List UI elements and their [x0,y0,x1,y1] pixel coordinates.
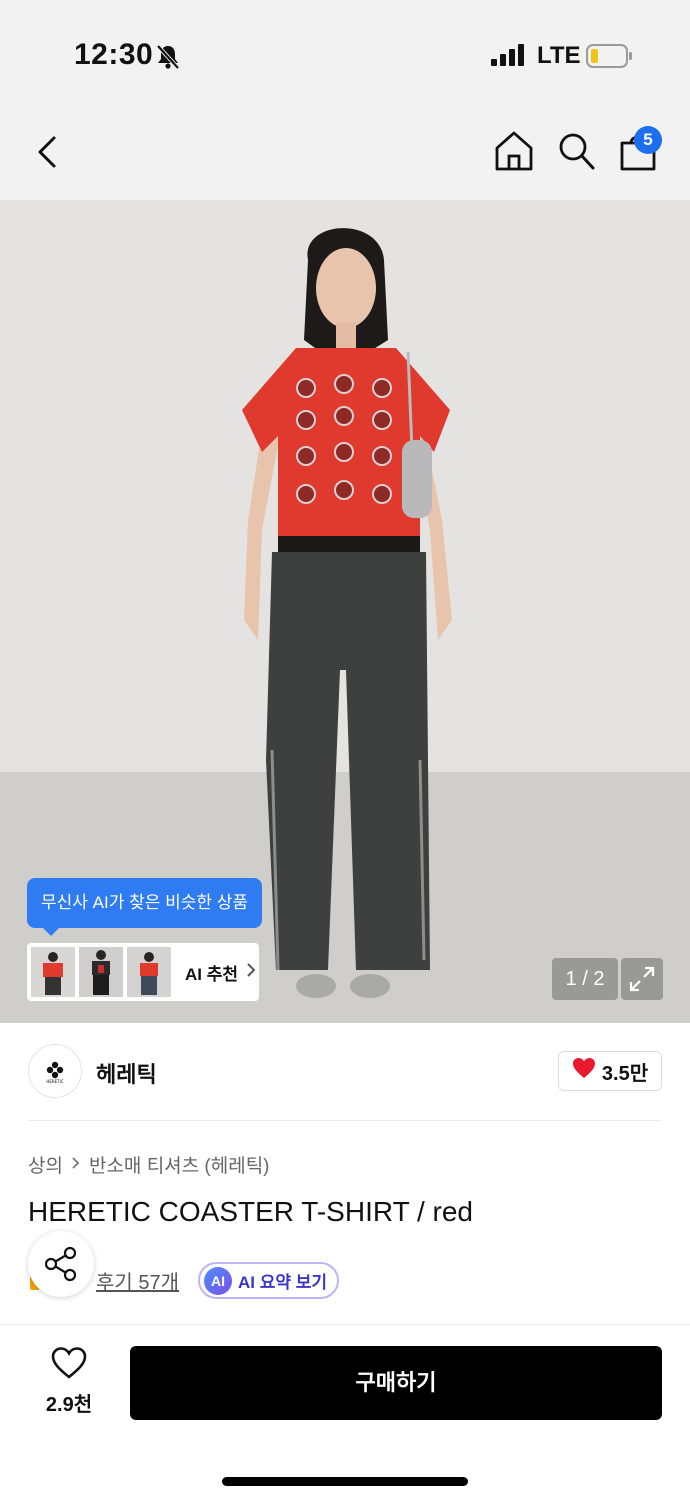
divider [28,1120,662,1121]
status-time: 12:30 [74,38,154,71]
chevron-right-icon [246,962,256,983]
wishlist-button[interactable]: 2.9천 [36,1347,102,1417]
breadcrumb-subcategory[interactable]: 반소매 티셔츠 (헤레틱) [89,1151,270,1178]
ai-reco-thumbnail [31,947,75,997]
heart-filled-icon [572,1057,596,1085]
ai-recommend-button[interactable]: AI 추천 [27,943,259,1001]
expand-icon[interactable] [621,958,663,1000]
battery-icon [586,44,632,73]
ai-reco-label: AI 추천 [185,964,239,984]
review-count-link[interactable]: 후기 57개 [96,1266,179,1295]
ai-badge-icon: AI [204,1266,232,1295]
back-icon[interactable] [30,132,66,172]
wishlist-count: 2.9천 [45,1394,93,1416]
nav-bar [0,100,690,200]
signal-icon [491,44,525,71]
buy-button[interactable]: 구매하기 [130,1346,662,1420]
cart-count-badge: 5 [634,126,662,154]
bell-slash-icon [156,44,180,75]
heart-outline-icon [51,1347,87,1383]
chevron-right-icon [71,1154,81,1176]
ai-summary-label: AI 요약 보기 [238,1273,328,1292]
brand-name[interactable]: 헤레틱 [96,1057,157,1089]
ai-reco-thumbnail [79,947,123,997]
brand-like-count: 3.5만 [601,1062,649,1085]
home-indicator [222,1477,468,1486]
svg-text:HERETIC: HERETIC [46,1079,63,1084]
image-pager: 1 / 2 [552,958,618,1000]
ai-reco-thumbnail [127,947,171,997]
brand-logo[interactable]: HERETIC [28,1044,82,1098]
network-type: LTE [537,42,581,69]
ai-summary-button[interactable]: AI AI 요약 보기 [198,1262,340,1299]
brand-like-button[interactable]: 3.5만 [558,1051,662,1091]
home-icon[interactable] [494,130,534,177]
breadcrumb: 상의 반소매 티셔츠 (헤레틱) [28,1151,270,1178]
status-bar: 12:30 LTE [0,0,690,100]
search-icon[interactable] [556,130,596,177]
breadcrumb-category[interactable]: 상의 [28,1151,63,1178]
share-icon[interactable] [28,1231,94,1297]
product-title: HERETIC COASTER T-SHIRT / red [28,1196,473,1227]
ai-similar-tooltip[interactable]: 무신사 AI가 찾은 비슷한 상품 [27,878,262,936]
